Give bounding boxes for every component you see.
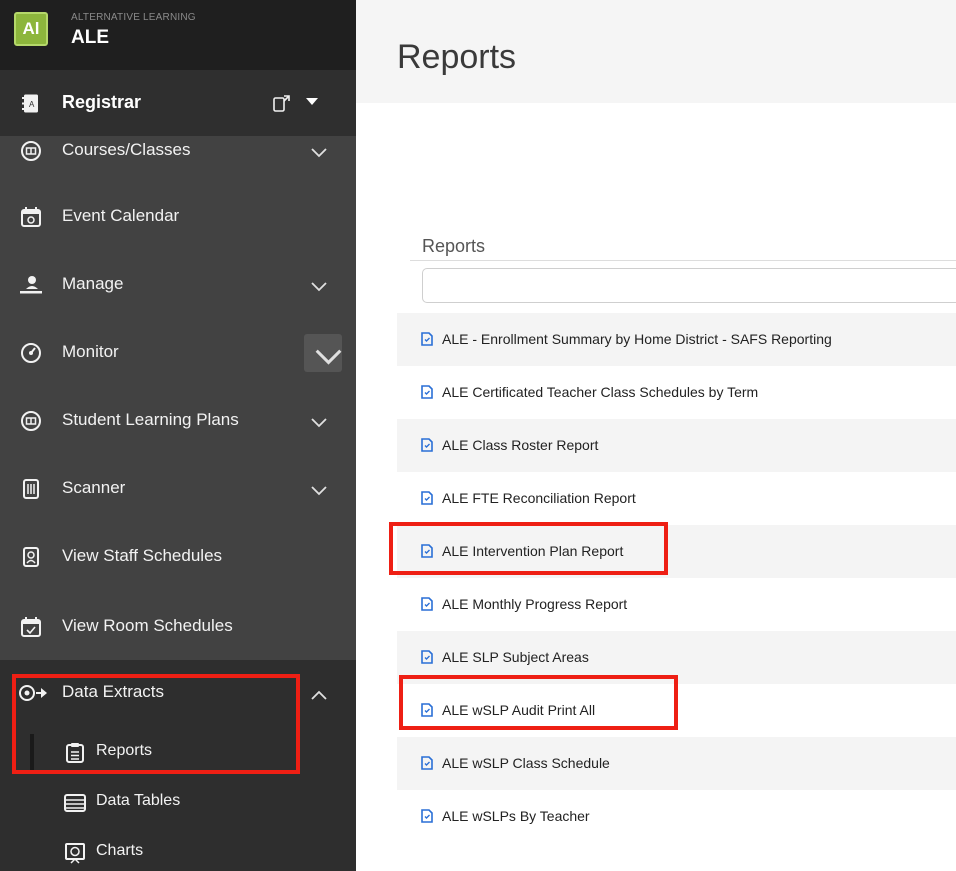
scanner-icon: [23, 479, 39, 499]
divider: [410, 260, 956, 261]
main-content: Reports Reports ALE - Enrollment Summary…: [356, 0, 956, 871]
brand-subtitle: ALTERNATIVE LEARNING: [71, 12, 196, 23]
report-file-icon: [421, 491, 433, 505]
report-link[interactable]: ALE - Enrollment Summary by Home Distric…: [442, 331, 832, 347]
report-file-icon: [421, 332, 433, 346]
report-row[interactable]: ALE wSLPs By Teacher: [397, 790, 956, 843]
report-file-icon: [421, 438, 433, 452]
report-file-icon: [421, 650, 433, 664]
calendar-icon: [21, 207, 41, 227]
room-calendar-icon: [21, 617, 41, 637]
nav-item-view-room-schedules[interactable]: View Room Schedules: [0, 594, 356, 660]
monitor-expand-button[interactable]: [304, 334, 342, 372]
sub-item-charts[interactable]: Charts: [0, 828, 356, 871]
chevron-down-icon[interactable]: [311, 486, 327, 496]
nav-item-data-extracts[interactable]: Data Extracts: [0, 660, 356, 726]
report-file-icon: [421, 544, 433, 558]
nav-label-staff-schedules: View Staff Schedules: [62, 546, 223, 565]
data-extract-icon: [19, 685, 47, 701]
staff-schedule-icon: [23, 547, 39, 567]
brand-title: ALE: [71, 27, 109, 48]
report-row[interactable]: ALE Class Roster Report: [397, 419, 956, 472]
chevron-down-icon[interactable]: [311, 418, 327, 428]
app-root: Al ALTERNATIVE LEARNING ALE A Registrar: [0, 0, 956, 871]
report-row[interactable]: ALE - Enrollment Summary by Home Distric…: [397, 313, 956, 366]
svg-text:A: A: [29, 100, 35, 109]
app-logo[interactable]: Al: [14, 12, 48, 46]
report-file-icon: [421, 385, 433, 399]
nav-label-room-schedules: View Room Schedules: [62, 616, 233, 635]
chevron-down-icon[interactable]: [311, 282, 327, 292]
report-row[interactable]: ALE Certificated Teacher Class Schedules…: [397, 366, 956, 419]
nav-label-data-extracts: Data Extracts: [62, 682, 165, 701]
nav-item-student-learning-plans[interactable]: Student Learning Plans: [0, 388, 356, 454]
reports-panel-title: Reports: [422, 236, 486, 256]
report-row[interactable]: ALE SLP Subject Areas: [397, 631, 956, 684]
report-file-icon: [421, 756, 433, 770]
report-link[interactable]: ALE FTE Reconciliation Report: [442, 490, 636, 506]
sidebar: Al ALTERNATIVE LEARNING ALE A Registrar: [0, 0, 356, 871]
report-link[interactable]: ALE wSLPs By Teacher: [442, 808, 590, 824]
nav-label-slp: Student Learning Plans: [62, 410, 239, 429]
learning-plan-icon: [21, 411, 41, 431]
report-link[interactable]: ALE Certificated Teacher Class Schedules…: [442, 384, 758, 400]
report-file-icon: [421, 809, 433, 823]
nav-label-courses: Courses/Classes: [62, 140, 191, 159]
page-title: Reports: [397, 38, 517, 76]
report-link[interactable]: ALE wSLP Audit Print All: [442, 702, 595, 718]
page-header: Reports: [356, 0, 956, 103]
address-book-icon: A: [22, 94, 38, 113]
nav-item-courses-classes[interactable]: Courses/Classes: [0, 118, 356, 184]
report-filter-input[interactable]: [422, 268, 956, 303]
brand-header: Al ALTERNATIVE LEARNING ALE: [0, 0, 356, 70]
nav-label-event-calendar: Event Calendar: [62, 206, 180, 225]
chart-icon: [65, 843, 85, 864]
report-link[interactable]: ALE SLP Subject Areas: [442, 649, 589, 665]
sub-label-data-tables: Data Tables: [96, 792, 181, 809]
courses-icon: [21, 141, 41, 161]
switch-module-icon[interactable]: [271, 92, 293, 114]
report-row[interactable]: ALE wSLP Class Schedule: [397, 737, 956, 790]
report-file-icon: [421, 703, 433, 717]
chevron-down-icon[interactable]: [311, 148, 327, 158]
report-link[interactable]: ALE Intervention Plan Report: [442, 543, 623, 559]
report-file-icon: [421, 597, 433, 611]
report-row[interactable]: ALE Monthly Progress Report: [397, 578, 956, 631]
gauge-icon: [21, 343, 41, 363]
nav-item-manage[interactable]: Manage: [0, 252, 356, 318]
table-icon: [64, 794, 86, 812]
nav-item-event-calendar[interactable]: Event Calendar: [0, 184, 356, 250]
sub-label-reports: Reports: [96, 742, 153, 759]
report-row[interactable]: ALE FTE Reconciliation Report: [397, 472, 956, 525]
report-link[interactable]: ALE Monthly Progress Report: [442, 596, 627, 612]
report-row[interactable]: ALE wSLP Audit Print All: [397, 684, 956, 737]
nav-label-scanner: Scanner: [62, 478, 126, 497]
report-row[interactable]: ALE Intervention Plan Report: [397, 525, 956, 578]
sub-item-reports[interactable]: Reports: [0, 728, 356, 778]
nav-item-view-staff-schedules[interactable]: View Staff Schedules: [0, 524, 356, 590]
report-list-icon: [66, 743, 84, 763]
nav-label-manage: Manage: [62, 274, 124, 293]
chevron-up-icon[interactable]: [311, 690, 327, 700]
module-label: Registrar: [62, 92, 142, 112]
caret-down-icon[interactable]: [306, 98, 318, 106]
sub-item-data-tables[interactable]: Data Tables: [0, 778, 356, 828]
nav-label-monitor: Monitor: [62, 342, 119, 361]
report-link[interactable]: ALE wSLP Class Schedule: [442, 755, 610, 771]
nav-item-scanner[interactable]: Scanner: [0, 456, 356, 522]
chevron-down-icon: [315, 349, 342, 365]
manage-person-icon: [20, 276, 42, 294]
sub-label-charts: Charts: [96, 842, 144, 859]
nav-item-monitor[interactable]: Monitor: [0, 320, 356, 386]
report-link[interactable]: ALE Class Roster Report: [442, 437, 598, 453]
